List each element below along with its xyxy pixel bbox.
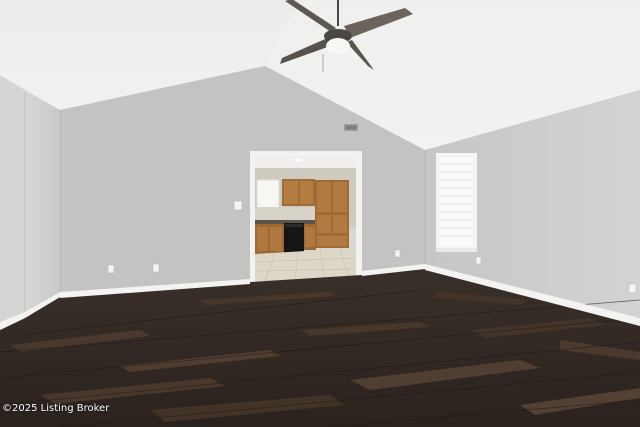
left-side-wall	[0, 75, 25, 330]
dishwasher	[284, 223, 304, 253]
kitchen-doorway	[250, 151, 362, 285]
light-switch-icon	[233, 200, 243, 211]
right-window	[436, 153, 477, 252]
upper-cabinets	[282, 179, 315, 206]
watermark-text: ©2025 Listing Broker	[2, 403, 110, 414]
air-vent-icon	[344, 124, 358, 131]
light-fixture-icon	[326, 38, 350, 54]
empty-living-room-photo: ©2025 Listing Broker	[0, 0, 640, 427]
left-wall	[25, 92, 60, 318]
kitchen-window	[256, 179, 280, 210]
room-illustration	[0, 0, 640, 427]
pantry-cabinet	[315, 180, 349, 248]
